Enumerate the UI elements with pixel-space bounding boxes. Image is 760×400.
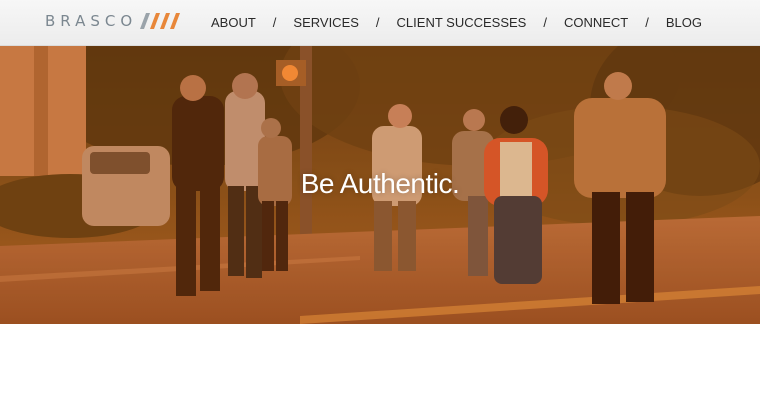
nav-separator: / xyxy=(645,15,649,30)
hero-banner: Be Authentic. xyxy=(0,46,760,324)
main-nav: ABOUT / SERVICES / CLIENT SUCCESSES / CO… xyxy=(211,15,702,30)
nav-services[interactable]: SERVICES xyxy=(293,15,359,30)
logo-slashes-icon xyxy=(140,13,181,29)
nav-separator: / xyxy=(543,15,547,30)
site-header: BRASCO ABOUT / SERVICES / CLIENT SUCCESS… xyxy=(0,0,760,46)
hero-tagline: Be Authentic. xyxy=(300,168,460,199)
content-area xyxy=(0,324,760,400)
logo-wordmark: BRASCO xyxy=(45,12,138,30)
nav-separator: / xyxy=(375,15,380,30)
brand-logo[interactable]: BRASCO xyxy=(45,10,183,32)
nav-separator: / xyxy=(272,15,277,30)
nav-connect[interactable]: CONNECT xyxy=(564,15,628,30)
nav-about[interactable]: ABOUT xyxy=(211,15,256,30)
nav-client-successes[interactable]: CLIENT SUCCESSES xyxy=(397,15,527,30)
nav-blog[interactable]: BLOG xyxy=(666,15,702,30)
